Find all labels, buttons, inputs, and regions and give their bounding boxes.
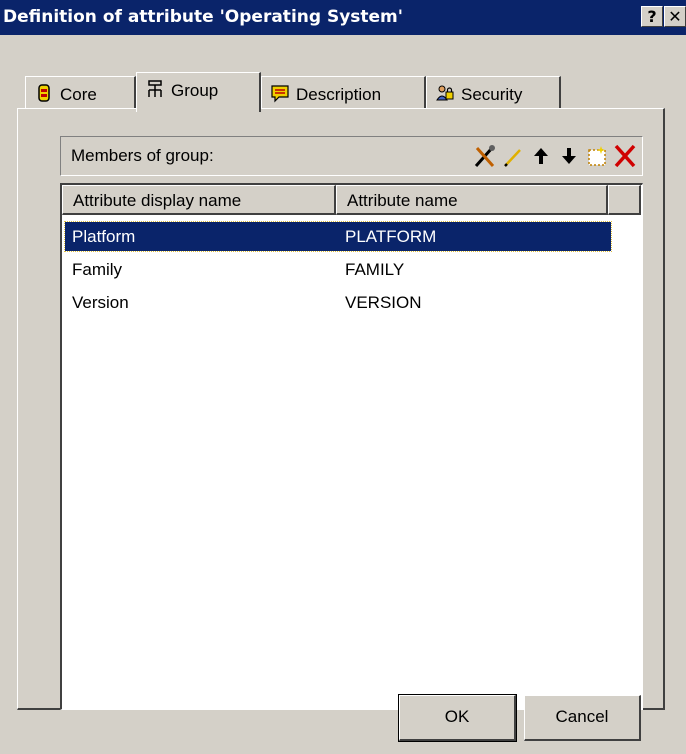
core-icon: [34, 83, 54, 103]
tools-icon[interactable]: [472, 142, 498, 170]
help-button[interactable]: ?: [641, 6, 663, 27]
move-down-icon[interactable]: [556, 142, 582, 170]
ok-button[interactable]: OK: [398, 694, 517, 742]
cell-display-name: Version: [72, 293, 129, 312]
column-header-display-name[interactable]: Attribute display name: [62, 185, 336, 215]
table-row[interactable]: Platform PLATFORM: [62, 221, 641, 252]
window-title: Definition of attribute 'Operating Syste…: [3, 7, 403, 27]
tab-group-label: Group: [171, 81, 219, 100]
title-bar: Definition of attribute 'Operating Syste…: [0, 0, 686, 35]
selection-highlight: [64, 221, 612, 252]
tab-description-label: Description: [296, 85, 382, 104]
cell-display-name: Family: [72, 260, 123, 279]
tab-security-label: Security: [461, 85, 523, 104]
cancel-button[interactable]: Cancel: [524, 695, 641, 741]
tab-group[interactable]: Group: [136, 72, 261, 112]
edit-icon[interactable]: [500, 142, 526, 170]
description-icon: [270, 83, 290, 103]
members-toolbar: Members of group:: [60, 136, 643, 176]
cell-attribute-name: FAMILY: [345, 260, 405, 279]
members-list[interactable]: Attribute display name Attribute name Pl…: [60, 183, 643, 710]
cell-attribute-name: VERSION: [345, 293, 422, 312]
list-header: Attribute display name Attribute name: [62, 185, 641, 215]
delete-icon[interactable]: [612, 142, 638, 170]
table-row[interactable]: Family FAMILY: [62, 255, 641, 284]
column-header-filler: [608, 185, 641, 215]
tab-core-label: Core: [60, 85, 97, 104]
members-toolbar-icons: [470, 142, 638, 170]
group-icon: [145, 79, 165, 99]
tab-security[interactable]: Security: [426, 76, 561, 108]
column-header-attribute-name[interactable]: Attribute name: [336, 185, 608, 215]
table-row[interactable]: Version VERSION: [62, 288, 641, 317]
new-icon[interactable]: [584, 142, 610, 170]
members-label: Members of group:: [71, 146, 214, 165]
tab-description[interactable]: Description: [261, 76, 426, 108]
cell-display-name: Platform: [72, 227, 136, 246]
tab-core[interactable]: Core: [25, 76, 136, 108]
move-up-icon[interactable]: [528, 142, 554, 170]
security-icon: [435, 83, 455, 103]
close-button[interactable]: ✕: [664, 6, 686, 27]
cell-attribute-name: PLATFORM: [345, 227, 437, 246]
